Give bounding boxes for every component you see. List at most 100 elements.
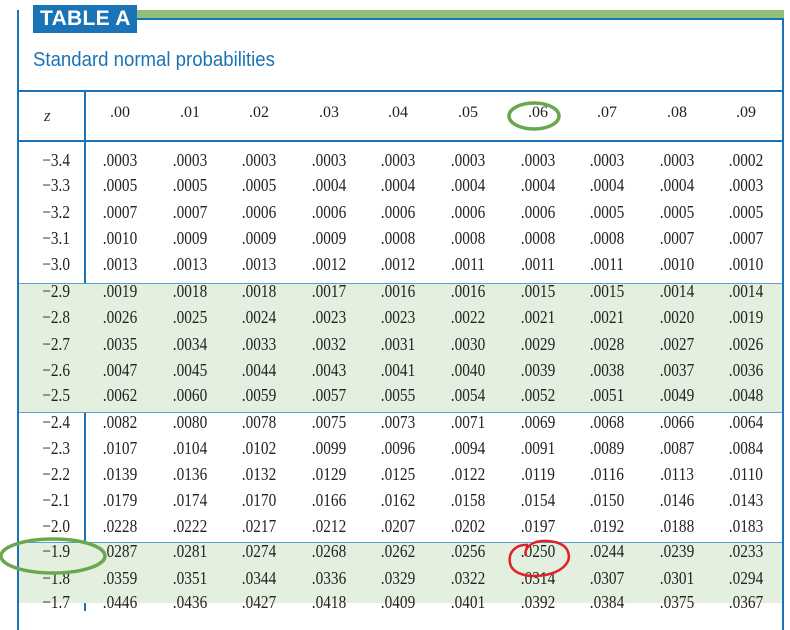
probability-cell: .0051 xyxy=(589,385,625,405)
z-value: −3.2 xyxy=(42,202,70,222)
probability-cell: .0217 xyxy=(241,516,277,536)
probability-cell: .0012 xyxy=(380,254,416,274)
probability-cell: .0010 xyxy=(659,254,695,274)
column-header: .07 xyxy=(597,104,617,121)
column-header: .08 xyxy=(667,104,687,121)
probability-cell: .0034 xyxy=(172,334,208,354)
probability-cell: .0055 xyxy=(380,385,416,405)
probability-cell: .0004 xyxy=(450,175,486,195)
probability-cell: .0004 xyxy=(589,175,625,195)
table-row: −1.8 .0359 .0351 .0344 .0336 .0329 .0322 .0314.… xyxy=(0,568,790,594)
probability-cell: .0007 xyxy=(659,228,695,248)
probability-cell: .0087 xyxy=(659,438,695,458)
table-row: −1.7.0446.0436.0427.0418.0409.0401.0392.… xyxy=(0,592,790,618)
probability-cell: .0064 xyxy=(728,412,764,432)
probability-cell: .0256 xyxy=(450,541,486,561)
z-value: −1.8 xyxy=(42,568,70,588)
probability-cell: .0066 xyxy=(659,412,695,432)
probability-cell: .0344 xyxy=(241,568,277,588)
probability-cell: .0011 xyxy=(590,254,624,274)
probability-cell: .0003 xyxy=(589,150,625,170)
probability-cell: .0031 xyxy=(380,334,416,354)
probability-cell: .0008 xyxy=(380,228,416,248)
z-value: −3.4 xyxy=(42,150,70,170)
table-row: −3.2 .0007 .0007 .0006 .0006 .0006 .0006 .0006.… xyxy=(0,202,790,228)
probability-cell: .0005 xyxy=(102,175,138,195)
z-value: −1.9 xyxy=(42,541,70,561)
probability-cell: .0006 xyxy=(380,202,416,222)
probability-cell: .0003 xyxy=(311,150,347,170)
probability-cell: .0018 xyxy=(172,281,208,301)
probability-cell: .0003 xyxy=(728,175,764,195)
table-row: −2.8 .0026 .0025 .0024 .0023 .0023 .0022 .0021.… xyxy=(0,307,790,333)
probability-cell: .0003 xyxy=(450,150,486,170)
z-value: −2.6 xyxy=(42,360,70,380)
probability-cell: .0222 xyxy=(172,516,208,536)
z-value: −2.4 xyxy=(42,412,70,432)
column-header: .03 xyxy=(319,104,339,121)
probability-cell: .0027 xyxy=(659,334,695,354)
probability-cell: .0080 xyxy=(172,412,208,432)
probability-cell: .0212 xyxy=(311,516,347,536)
probability-cell: .0132 xyxy=(241,464,277,484)
probability-cell: .0125 xyxy=(380,464,416,484)
header-bottom-rule xyxy=(17,140,784,142)
table-row: −1.9 .0287 .0281 .0274 .0268 .0262 .0256 .0250.… xyxy=(0,541,790,567)
probability-cell: .0250 xyxy=(520,541,556,561)
z-value: −2.5 xyxy=(42,385,70,405)
probability-cell: .0026 xyxy=(728,334,764,354)
probability-cell: .0016 xyxy=(450,281,486,301)
probability-cell: .0351 xyxy=(172,568,208,588)
probability-cell: .0244 xyxy=(589,541,625,561)
probability-cell: .0037 xyxy=(659,360,695,380)
table-row: −2.5 .0062 .0060 .0059 .0057 .0055 .0054 .0052.… xyxy=(0,385,790,411)
probability-cell: .0036 xyxy=(728,360,764,380)
probability-cell: .0116 xyxy=(590,464,624,484)
probability-cell: .0008 xyxy=(520,228,556,248)
column-header: .02 xyxy=(249,104,269,121)
probability-cell: .0003 xyxy=(659,150,695,170)
probability-cell: .0006 xyxy=(520,202,556,222)
probability-cell: .0022 xyxy=(450,307,486,327)
probability-cell: .0021 xyxy=(589,307,625,327)
probability-cell: .0007 xyxy=(102,202,138,222)
probability-cell: .0032 xyxy=(311,334,347,354)
probability-cell: .0059 xyxy=(241,385,277,405)
probability-cell: .0009 xyxy=(311,228,347,248)
probability-cell: .0268 xyxy=(311,541,347,561)
probability-cell: .0044 xyxy=(241,360,277,380)
probability-cell: .0038 xyxy=(589,360,625,380)
probability-cell: .0287 xyxy=(102,541,138,561)
probability-cell: .0075 xyxy=(311,412,347,432)
column-header: .00 xyxy=(110,104,130,121)
probability-cell: .0003 xyxy=(102,150,138,170)
probability-cell: .0281 xyxy=(172,541,208,561)
probability-cell: .0054 xyxy=(450,385,486,405)
probability-cell: .0274 xyxy=(241,541,277,561)
probability-cell: .0015 xyxy=(520,281,556,301)
probability-cell: .0011 xyxy=(451,254,485,274)
probability-cell: .0002 xyxy=(728,150,764,170)
probability-cell: .0005 xyxy=(172,175,208,195)
z-value: −3.3 xyxy=(42,175,70,195)
probability-cell: .0028 xyxy=(589,334,625,354)
table-row: −3.4 .0003 .0003 .0003 .0003 .0003 .0003 .0003.… xyxy=(0,150,790,176)
probability-cell: .0020 xyxy=(659,307,695,327)
table-row: −2.7 .0035 .0034 .0033 .0032 .0031 .0030 .0029.… xyxy=(0,334,790,360)
probability-cell: .0030 xyxy=(450,334,486,354)
probability-cell: .0007 xyxy=(172,202,208,222)
probability-cell: .0150 xyxy=(589,490,625,510)
probability-cell: .0014 xyxy=(728,281,764,301)
probability-cell: .0179 xyxy=(102,490,138,510)
probability-cell: .0071 xyxy=(450,412,486,432)
probability-cell: .0043 xyxy=(311,360,347,380)
probability-cell: .0082 xyxy=(102,412,138,432)
probability-cell: .0041 xyxy=(380,360,416,380)
probability-cell: .0003 xyxy=(172,150,208,170)
probability-cell: .0113 xyxy=(660,464,694,484)
z-column-header: z xyxy=(44,106,51,125)
probability-cell: .0005 xyxy=(659,202,695,222)
probability-cell: .0158 xyxy=(450,490,486,510)
table-subtitle: Standard normal probabilities xyxy=(33,49,275,71)
probability-cell: .0110 xyxy=(729,464,763,484)
